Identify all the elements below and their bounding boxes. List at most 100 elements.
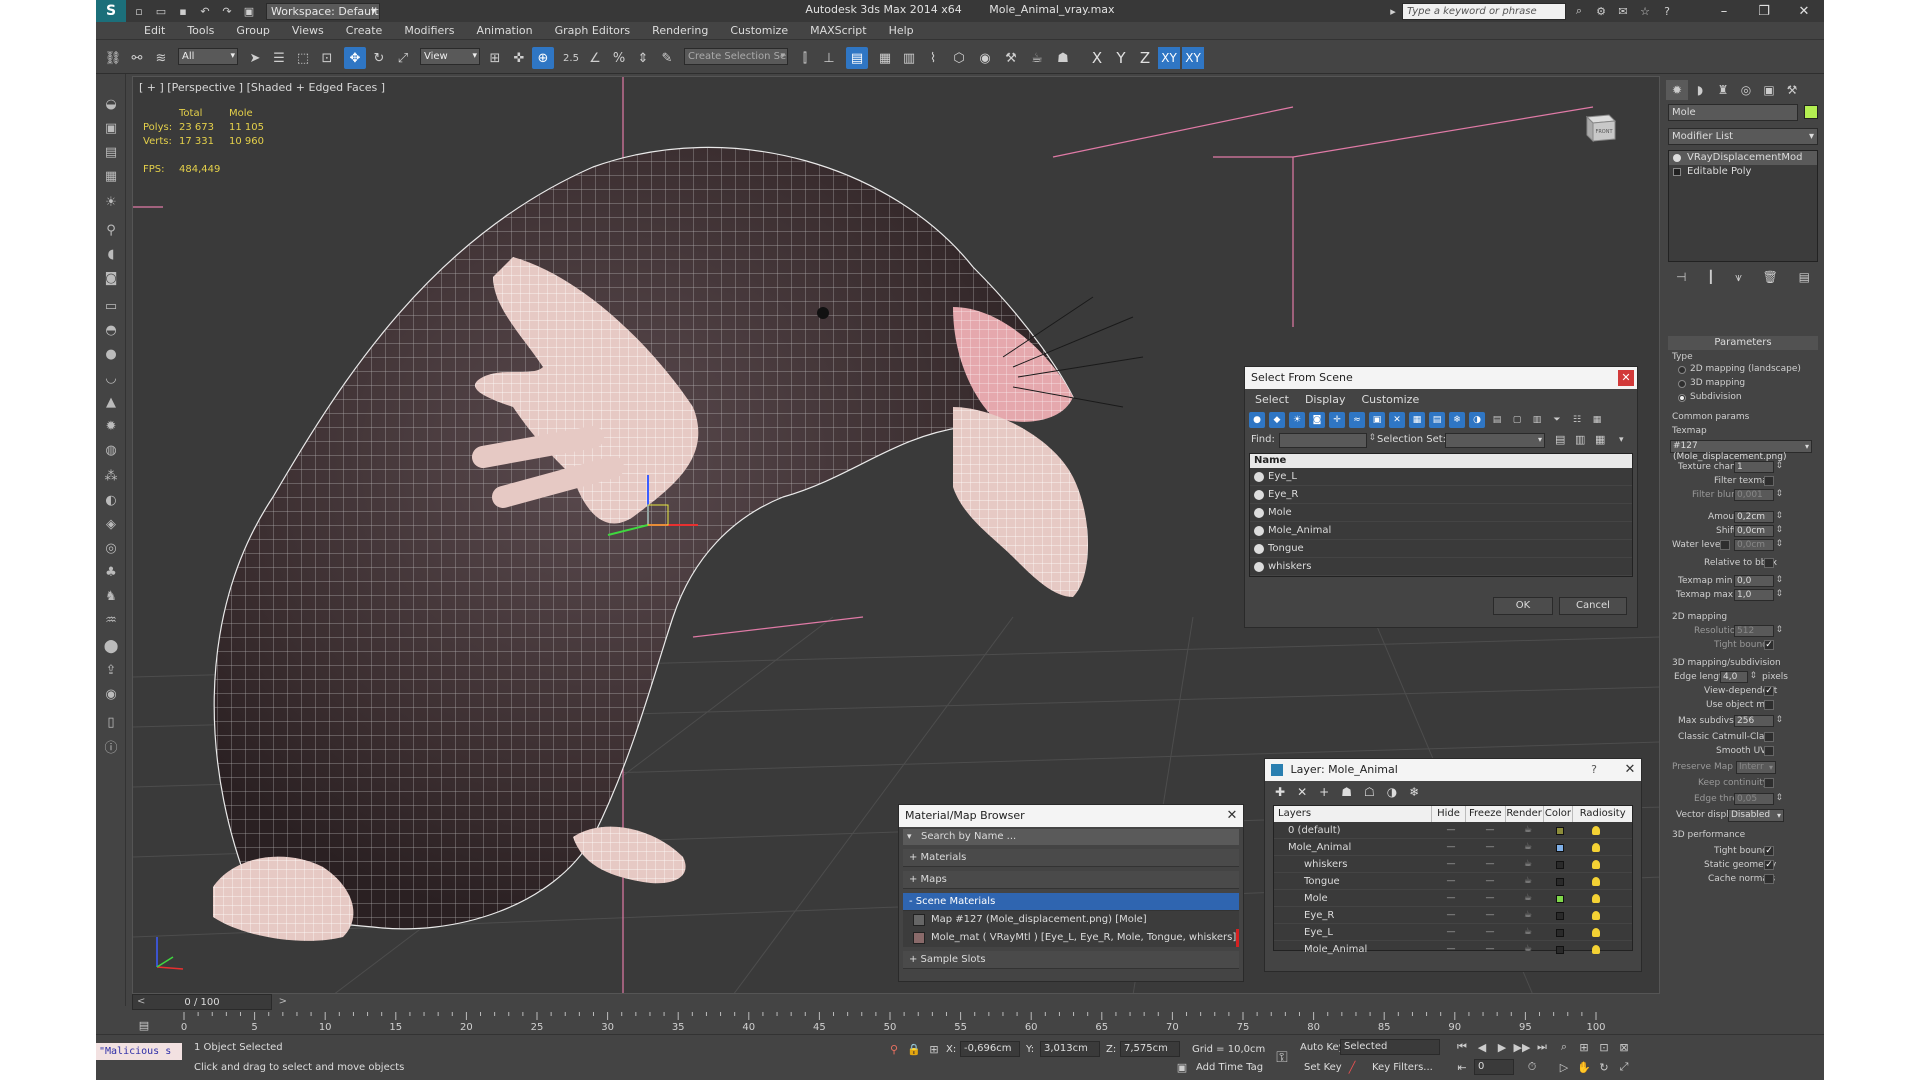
list-item[interactable]: Mole_Animal xyxy=(1250,522,1632,540)
plant-icon[interactable]: ♣ xyxy=(100,562,122,582)
show-end-result-icon[interactable]: ┃ xyxy=(1707,270,1714,290)
parameters-rollout[interactable]: Parameters xyxy=(1668,336,1818,350)
zoom-extents-icon[interactable]: ⊡ xyxy=(1596,1039,1612,1055)
close-icon[interactable]: ✕ xyxy=(1622,762,1638,778)
bone-icon[interactable]: ♞ xyxy=(100,586,122,606)
add-to-layer-icon[interactable]: + xyxy=(1319,785,1329,799)
list-item[interactable]: whiskers xyxy=(1250,558,1632,576)
hide-toggle[interactable]: — xyxy=(1436,890,1466,907)
tight-bounds-checkbox[interactable]: ✓ xyxy=(1764,640,1774,650)
hide-toggle[interactable]: — xyxy=(1436,941,1466,958)
layer-explorer-icon[interactable]: ▦ xyxy=(874,47,896,69)
lightbulb-icon[interactable] xyxy=(1673,154,1681,162)
maxscript-listener[interactable]: "Malicious s xyxy=(96,1043,182,1060)
create-set-icon[interactable]: ▤ xyxy=(1555,433,1565,446)
export-icon[interactable]: ⇪ xyxy=(100,660,122,680)
curve-editor-icon[interactable]: ⌇ xyxy=(922,47,944,69)
render-toggle-icon[interactable]: ☕ xyxy=(1510,856,1546,873)
filter-frozen-icon[interactable]: ❄ xyxy=(1449,412,1465,428)
add-time-tag[interactable]: Add Time Tag xyxy=(1196,1059,1263,1076)
maximize-viewport-icon[interactable]: ⤢ xyxy=(1616,1059,1632,1075)
static-geometry-checkbox[interactable]: ✓ xyxy=(1764,860,1774,870)
schematic-view-icon[interactable]: ⬡ xyxy=(948,47,970,69)
mini-listener-icon[interactable]: ▤ xyxy=(136,1017,152,1033)
material-browser-title[interactable]: Material/Map Browser ✕ xyxy=(899,805,1243,827)
freeze-toggle[interactable]: — xyxy=(1472,822,1508,839)
selection-ribbon-icon[interactable]: ▤ xyxy=(100,142,122,162)
modifier-list-dropdown[interactable]: Modifier List xyxy=(1668,128,1818,145)
find-input[interactable] xyxy=(1279,433,1376,448)
current-frame-field[interactable]: 0 xyxy=(1474,1059,1514,1075)
add-to-set-icon[interactable]: ▥ xyxy=(1575,433,1585,446)
classic-cc-checkbox[interactable] xyxy=(1764,732,1774,742)
isolate-icon[interactable]: ⚲ xyxy=(886,1041,902,1057)
angle-snap-icon[interactable]: ∠ xyxy=(584,47,606,69)
project-folder-icon[interactable]: ▣ xyxy=(240,2,258,20)
select-all-icon[interactable]: ▤ xyxy=(1489,412,1505,428)
hair-icon[interactable]: ♒ xyxy=(100,610,122,630)
col-color[interactable]: Color xyxy=(1542,806,1573,822)
layer-color-swatch[interactable] xyxy=(1556,878,1564,886)
workspace-dropdown[interactable]: Workspace: Default xyxy=(266,2,380,20)
texmap-button[interactable]: #127 (Mole_displacement.png) xyxy=(1670,440,1812,462)
menu-animation[interactable]: Animation xyxy=(477,24,533,37)
collapse-icon[interactable]: ▾ xyxy=(1619,435,1624,445)
material-search-input[interactable]: ▾ Search by Name ... xyxy=(903,829,1239,845)
save-file-icon[interactable]: ▪ xyxy=(174,2,192,20)
list-item[interactable]: Tongue xyxy=(1250,540,1632,558)
filter-geometry-icon[interactable]: ● xyxy=(1249,412,1265,428)
filter-shapes-icon[interactable]: ◆ xyxy=(1269,412,1285,428)
redo-icon[interactable]: ↷ xyxy=(218,2,236,20)
menu-edit[interactable]: Edit xyxy=(144,24,165,37)
col-freeze[interactable]: Freeze xyxy=(1464,806,1505,822)
graphite-tools-icon[interactable]: ▥ xyxy=(898,47,920,69)
render-toggle-icon[interactable]: ☕ xyxy=(1510,907,1546,924)
minimize-button[interactable]: – xyxy=(1704,0,1744,22)
texture-chan-spinner[interactable]: 1 xyxy=(1734,461,1783,473)
light-icon[interactable]: ☀ xyxy=(100,192,122,212)
filter-funnel-icon[interactable]: ⏷ xyxy=(1549,412,1565,428)
filter-cameras-icon[interactable]: ◙ xyxy=(1309,412,1325,428)
table-row[interactable]: Mole_Animal — — ☕ xyxy=(1274,941,1632,958)
layer-manager-title[interactable]: Layer: Mole_Animal ? ✕ xyxy=(1265,759,1641,781)
vector-displ-dropdown[interactable]: Disabled xyxy=(1728,809,1784,822)
resolution-spinner[interactable]: 512 xyxy=(1734,625,1783,637)
stack-item-editable-poly[interactable]: Editable Poly xyxy=(1669,165,1817,179)
z-coord-field[interactable]: 7,575cm xyxy=(1120,1041,1180,1057)
make-unique-icon[interactable]: ⩛ xyxy=(1735,270,1742,290)
create-tab-icon[interactable]: ✹ xyxy=(1666,80,1688,100)
menu-customize[interactable]: Customize xyxy=(730,24,788,37)
configure-sets-icon[interactable]: ▤ xyxy=(1799,270,1810,290)
filter-warps-icon[interactable]: ≈ xyxy=(1349,412,1365,428)
modeling-ribbon-icon[interactable]: ◒ xyxy=(100,94,122,114)
select-from-scene-title[interactable]: Select From Scene ✕ xyxy=(1245,367,1637,389)
earth-icon[interactable]: ◉ xyxy=(100,684,122,704)
render-setup-icon[interactable]: ⚒ xyxy=(1000,47,1022,69)
amount-spinner[interactable]: 0,2cm xyxy=(1734,511,1783,523)
ball-icon[interactable]: ⬤ xyxy=(100,636,122,656)
edge-length-spinner[interactable]: 4,0 xyxy=(1720,671,1757,683)
tight-bounds-perf-checkbox[interactable]: ✓ xyxy=(1764,846,1774,856)
goto-start-icon[interactable]: ⏮ xyxy=(1454,1039,1470,1055)
maximize-button[interactable]: ❐ xyxy=(1744,0,1784,22)
box-primitive-icon[interactable]: ▭ xyxy=(100,296,122,316)
sound-icon[interactable]: ◖ xyxy=(100,244,122,264)
radio-2d-mapping[interactable] xyxy=(1678,366,1686,374)
key-filters-button[interactable]: Key Filters... xyxy=(1372,1059,1433,1076)
menu-maxscript[interactable]: MAXScript xyxy=(810,24,866,37)
table-row[interactable]: 0 (default) — — ☕ xyxy=(1274,822,1632,839)
object-name-field[interactable]: Mole xyxy=(1668,104,1798,121)
hide-toggle[interactable]: — xyxy=(1436,873,1466,890)
water-level-spinner[interactable]: 0,0cm xyxy=(1734,539,1783,551)
list-item[interactable]: Map #127 (Mole_displacement.png) [Mole] xyxy=(903,911,1239,929)
time-config-icon[interactable]: ⏱ xyxy=(1524,1059,1540,1075)
selection-set-dropdown[interactable] xyxy=(1445,433,1545,448)
filter-texmap-checkbox[interactable] xyxy=(1764,476,1774,486)
smooth-uvs-checkbox[interactable] xyxy=(1764,746,1774,756)
help-icon[interactable]: ? xyxy=(1658,2,1676,20)
radiosity-icon[interactable] xyxy=(1592,945,1600,954)
axis-y-button[interactable]: Y xyxy=(1110,47,1132,69)
radiosity-icon[interactable] xyxy=(1592,843,1600,852)
selection-filter-dropdown[interactable]: All xyxy=(178,48,238,65)
search-toggle-icon[interactable]: ▸ xyxy=(1384,2,1402,20)
